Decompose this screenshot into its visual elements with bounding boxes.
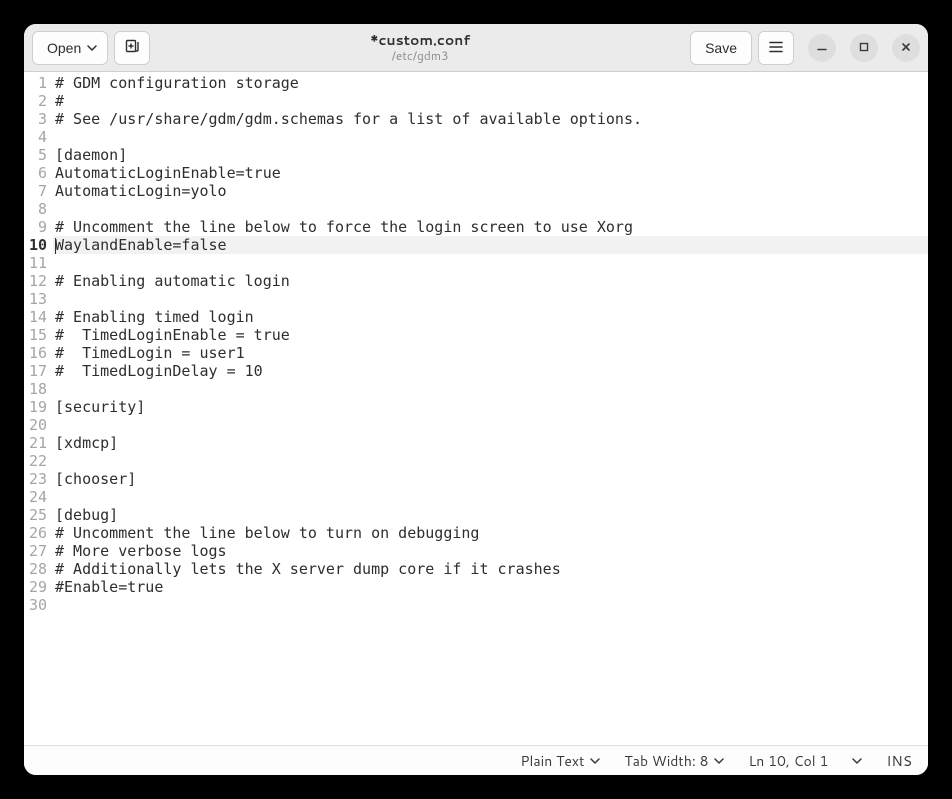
text-line: # GDM configuration storage [53,74,928,92]
chevron-down-icon [590,758,600,764]
cursor-position-label: Ln 10, Col 1 [748,751,828,771]
line-number: 12 [24,272,49,290]
line-number: 25 [24,506,49,524]
text-cursor [55,238,56,254]
line-number: 3 [24,110,49,128]
open-button[interactable]: Open [32,31,108,65]
text-line: # TimedLogin = user1 [53,344,928,362]
chevron-down-icon [852,758,862,764]
text-line: #Enable=true [53,578,928,596]
text-line: # More verbose logs [53,542,928,560]
line-number: 26 [24,524,49,542]
text-line: [security] [53,398,928,416]
maximize-icon [859,40,869,55]
headerbar: Open *custom.conf /etc/gdm3 Save [24,24,928,72]
text-line: [chooser] [53,470,928,488]
text-content[interactable]: # GDM configuration storage## See /usr/s… [53,72,928,745]
hamburger-menu-button[interactable] [758,31,794,65]
line-number: 27 [24,542,49,560]
text-line: # Additionally lets the X server dump co… [53,560,928,578]
text-line: # Uncomment the line below to turn on de… [53,524,928,542]
line-number: 7 [24,182,49,200]
line-number: 6 [24,164,49,182]
text-line: [daemon] [53,146,928,164]
minimize-icon [817,40,827,55]
editor-area[interactable]: 1234567891011121314151617181920212223242… [24,72,928,745]
line-number: 21 [24,434,49,452]
text-line: # Uncomment the line below to force the … [53,218,928,236]
tabwidth-selector[interactable]: Tab Width: 8 [624,751,724,771]
goto-line-dropdown[interactable] [852,758,862,764]
line-number: 28 [24,560,49,578]
text-line: [debug] [53,506,928,524]
line-number: 9 [24,218,49,236]
insert-mode-label: INS [886,751,912,771]
line-number: 30 [24,596,49,614]
text-line [53,290,928,308]
text-line: # See /usr/share/gdm/gdm.schemas for a l… [53,110,928,128]
text-line: [xdmcp] [53,434,928,452]
maximize-button[interactable] [850,34,878,62]
text-line: AutomaticLogin=yolo [53,182,928,200]
line-number: 29 [24,578,49,596]
line-number: 14 [24,308,49,326]
line-number: 5 [24,146,49,164]
open-button-label: Open [47,40,81,56]
line-number: 16 [24,344,49,362]
line-number: 22 [24,452,49,470]
editor-window: Open *custom.conf /etc/gdm3 Save [24,24,928,775]
close-icon [901,40,911,55]
line-number-gutter: 1234567891011121314151617181920212223242… [24,72,53,745]
new-tab-icon [124,38,140,57]
minimize-button[interactable] [808,34,836,62]
line-number: 19 [24,398,49,416]
text-line [53,416,928,434]
text-line: AutomaticLoginEnable=true [53,164,928,182]
cursor-position[interactable]: Ln 10, Col 1 [748,751,828,771]
close-button[interactable] [892,34,920,62]
save-button-label: Save [705,40,737,56]
line-number: 17 [24,362,49,380]
line-number: 24 [24,488,49,506]
text-line: WaylandEnable=false [53,236,928,254]
text-line [53,596,928,614]
text-line: # [53,92,928,110]
line-number: 1 [24,74,49,92]
text-line [53,452,928,470]
syntax-selector[interactable]: Plain Text [520,751,600,771]
tabwidth-label: Tab Width: 8 [624,751,708,771]
chevron-down-icon [87,45,97,51]
text-line [53,380,928,398]
chevron-down-icon [714,758,724,764]
syntax-label: Plain Text [520,751,584,771]
line-number: 20 [24,416,49,434]
line-number: 23 [24,470,49,488]
line-number: 10 [24,236,49,254]
text-line: # TimedLoginDelay = 10 [53,362,928,380]
save-button[interactable]: Save [690,31,752,65]
text-line [53,254,928,272]
hamburger-icon [769,40,783,56]
new-tab-button[interactable] [114,31,150,65]
insert-mode[interactable]: INS [886,751,912,771]
text-line [53,488,928,506]
text-line [53,128,928,146]
line-number: 18 [24,380,49,398]
line-number: 2 [24,92,49,110]
window-subtitle: /etc/gdm3 [156,49,684,62]
line-number: 15 [24,326,49,344]
text-line [53,200,928,218]
title-area: *custom.conf /etc/gdm3 [156,33,684,62]
line-number: 13 [24,290,49,308]
line-number: 8 [24,200,49,218]
text-line: # TimedLoginEnable = true [53,326,928,344]
window-controls [808,34,920,62]
text-line: # Enabling timed login [53,308,928,326]
line-number: 11 [24,254,49,272]
line-number: 4 [24,128,49,146]
text-line: # Enabling automatic login [53,272,928,290]
statusbar: Plain Text Tab Width: 8 Ln 10, Col 1 INS [24,745,928,775]
